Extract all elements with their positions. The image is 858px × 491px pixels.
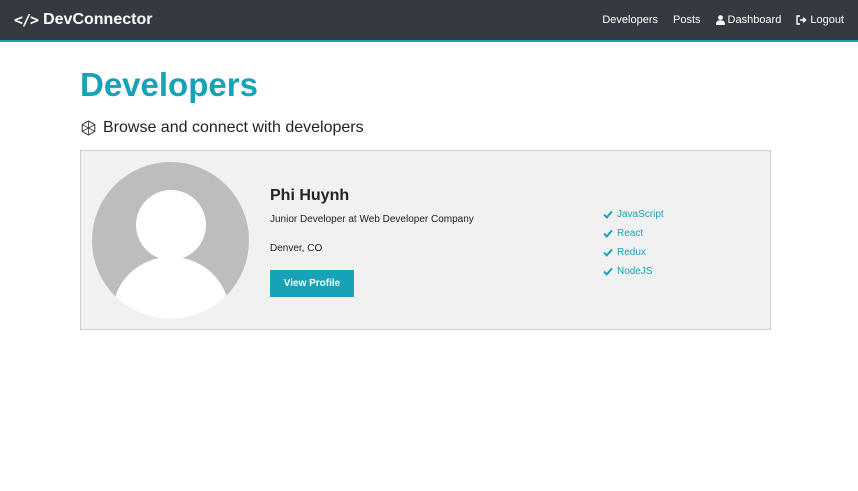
nav-link-posts[interactable]: Posts [673,14,701,26]
nav-link-logout[interactable]: Logout [796,14,844,26]
check-icon [603,267,613,276]
skill-label: NodeJS [617,266,653,277]
code-icon: </> [14,11,39,29]
navbar: </> DevConnector Developers Posts Dashbo… [0,0,858,42]
brand-link[interactable]: </> DevConnector [14,11,152,29]
skill-item: React [603,224,664,243]
skills-list: JavaScript React Redux NodeJS [603,205,664,281]
nav-link-developers[interactable]: Developers [602,14,658,26]
profile-info: Phi Huynh Junior Developer at Web Develo… [270,187,474,297]
profile-name: Phi Huynh [270,187,350,204]
nav-link-label: Developers [602,14,658,26]
skill-item: JavaScript [603,205,664,224]
check-icon [603,229,613,238]
avatar [92,162,249,319]
avatar-head [136,190,206,260]
lead-text: Browse and connect with developers [103,119,364,136]
nav-link-label: Posts [673,14,701,26]
nav-link-dashboard[interactable]: Dashboard [715,14,782,26]
check-icon [603,248,613,257]
skill-label: React [617,228,644,239]
brand-name: DevConnector [43,11,153,28]
nav-link-label: Logout [810,14,844,26]
page-lead: Browse and connect with developers [80,118,772,138]
skill-item: NodeJS [603,262,664,281]
skill-item: Redux [603,243,664,262]
profile-location: Denver, CO [270,243,323,254]
main-content: Developers Browse and connect with devel… [80,42,772,330]
profile-status: Junior Developer at Web Developer Compan… [270,214,474,225]
profile-card: Phi Huynh Junior Developer at Web Develo… [80,150,771,330]
nav-links: Developers Posts Dashboard Logout [602,14,844,26]
page-title: Developers [80,66,258,103]
avatar-body [113,257,229,319]
nav-link-label: Dashboard [727,14,782,26]
connect-develop-icon [80,120,97,136]
skill-label: Redux [617,247,646,258]
view-profile-button[interactable]: View Profile [270,270,354,297]
user-icon [715,15,725,25]
check-icon [603,210,613,219]
sign-out-icon [796,15,807,25]
skill-label: JavaScript [617,209,664,220]
